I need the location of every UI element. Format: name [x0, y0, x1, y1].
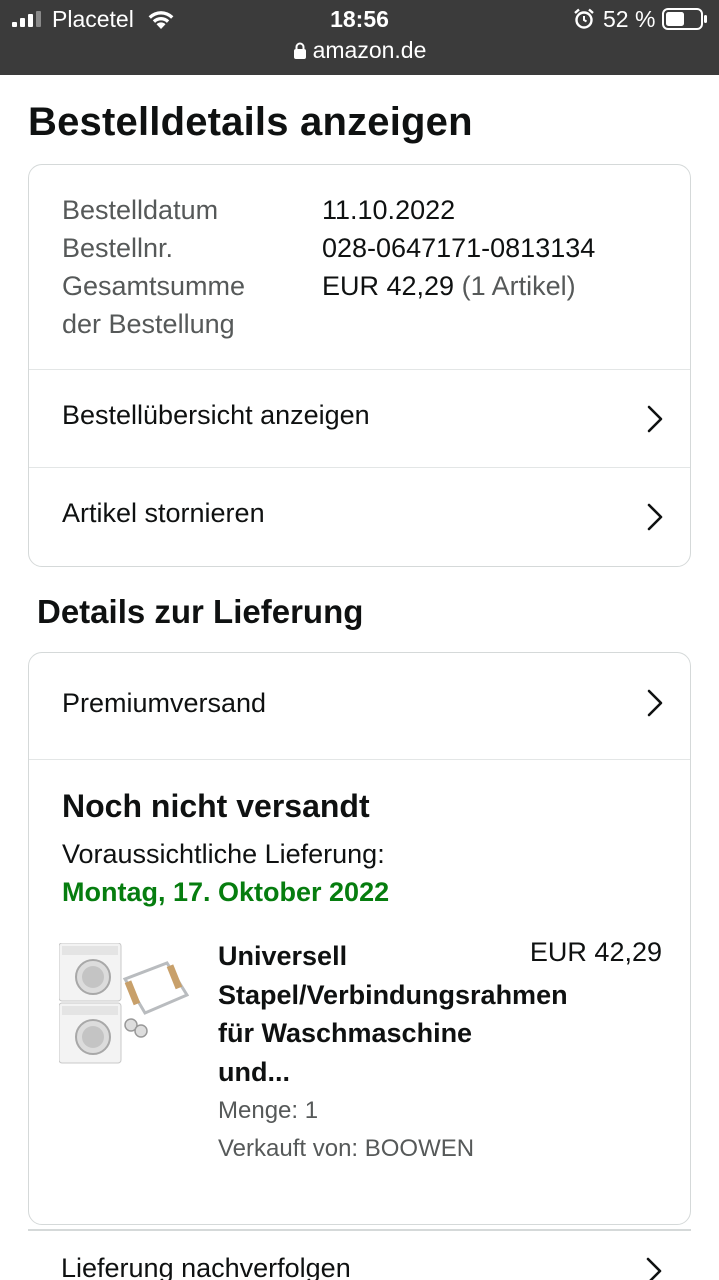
- product-price: EUR 42,29: [529, 937, 662, 967]
- order-total-amount: EUR 42,29: [322, 271, 455, 301]
- estimated-delivery-date: Montag, 17. Oktober 2022: [62, 877, 390, 907]
- order-total-label-line1: Gesamtsumme: [62, 271, 246, 301]
- estimated-delivery-label: Voraussichtliche Lieferung:: [62, 839, 385, 869]
- product-seller: Verkauft von: BOOWEN: [218, 1135, 475, 1162]
- order-item-count: (1 Artikel): [461, 271, 576, 301]
- product-quantity: Menge: 1: [218, 1097, 319, 1124]
- shipment-status: Noch nicht versandt: [62, 788, 370, 824]
- lock-icon: [293, 42, 306, 59]
- product-title-line3: für Waschmaschine: [218, 1018, 473, 1048]
- order-summary-card: Bestelldatum 11.10.2022 Bestellnr. 028-0…: [28, 164, 691, 567]
- view-order-summary-label: Bestellübersicht anzeigen: [62, 400, 370, 430]
- shipping-method-label: Premiumversand: [62, 688, 267, 718]
- status-bar: Placetel 18:56 52 % amazon.de: [0, 0, 719, 75]
- order-total-label: Gesamtsumme der Bestellung: [62, 267, 302, 343]
- chevron-right-icon: [647, 689, 663, 717]
- address-bar[interactable]: amazon.de: [0, 37, 719, 64]
- page-title: Bestelldetails anzeigen: [28, 100, 473, 144]
- shipping-method-link[interactable]: Premiumversand: [29, 653, 690, 760]
- cancel-items-link[interactable]: Artikel stornieren: [29, 468, 690, 566]
- order-total-value: EUR 42,29 (1 Artikel): [322, 267, 576, 305]
- order-number-label: Bestellnr.: [62, 233, 174, 263]
- order-number-value: 028-0647171-0813134: [322, 233, 596, 263]
- battery-percent: 52 %: [603, 6, 656, 32]
- delivery-section-title: Details zur Lieferung: [37, 593, 364, 630]
- track-package-link[interactable]: Lieferung nachverfolgen: [61, 1253, 351, 1280]
- chevron-right-icon[interactable]: [645, 1256, 663, 1280]
- product-title-line2: Stapel/Verbindungsrahmen: [218, 979, 568, 1010]
- chevron-right-icon: [647, 503, 663, 531]
- product-image[interactable]: [59, 943, 189, 1065]
- view-order-summary-link[interactable]: Bestellübersicht anzeigen: [29, 370, 690, 468]
- divider: [28, 1229, 691, 1231]
- product-title-line1: Universell: [218, 941, 348, 971]
- product-title-line4: und...: [218, 1056, 290, 1087]
- cancel-items-label: Artikel stornieren: [62, 498, 265, 528]
- battery-icon: [662, 8, 707, 30]
- order-date-label: Bestelldatum: [62, 195, 219, 225]
- alarm-icon: [574, 8, 594, 29]
- order-info: Bestelldatum 11.10.2022 Bestellnr. 028-0…: [29, 165, 690, 370]
- order-total-label-line2: der Bestellung: [62, 309, 235, 339]
- url-text: amazon.de: [312, 37, 427, 63]
- order-date-value: 11.10.2022: [322, 195, 456, 225]
- chevron-right-icon: [647, 405, 663, 433]
- delivery-card: Premiumversand Noch nicht versandt Vorau…: [28, 652, 691, 1225]
